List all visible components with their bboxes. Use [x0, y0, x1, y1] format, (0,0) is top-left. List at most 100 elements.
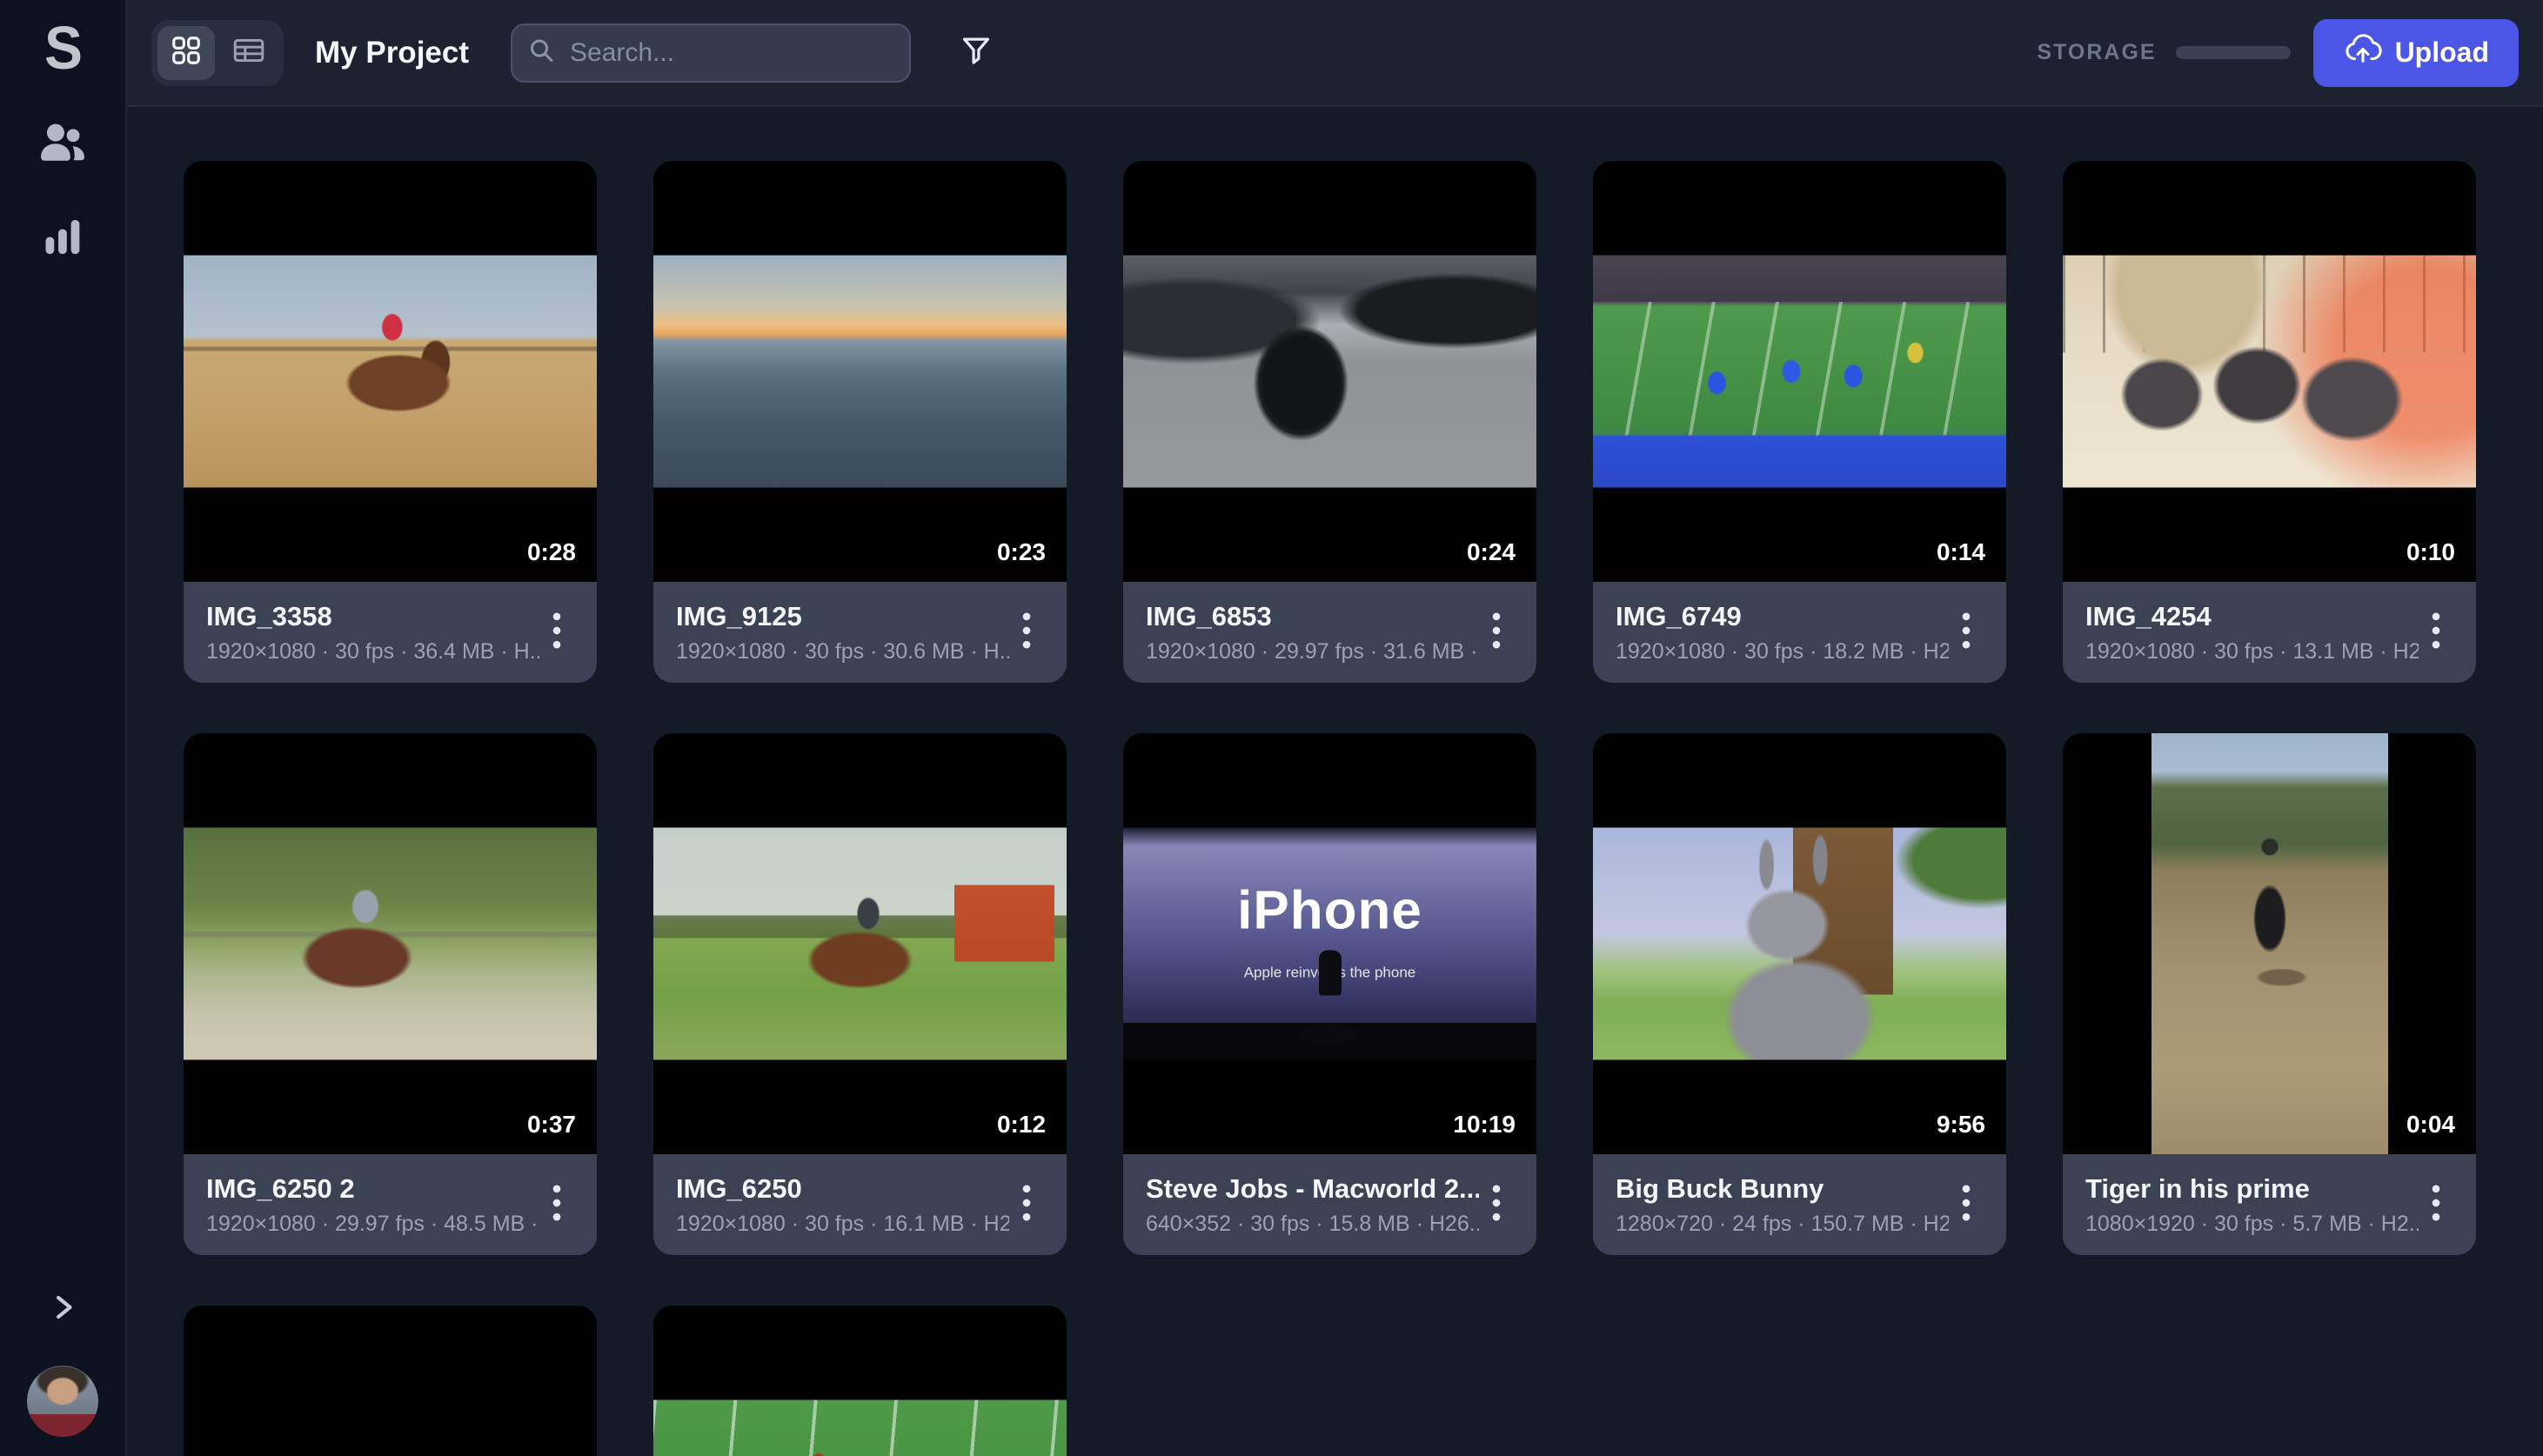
storage-meter	[2176, 46, 2291, 59]
video-card-footer: IMG_3358 1920×1080 · 30 fps · 36.4 MB · …	[184, 582, 597, 683]
video-meta: 640×352 · 30 fps · 15.8 MB · H26...	[1146, 1212, 1479, 1237]
video-title: IMG_3358	[206, 601, 539, 632]
duration-badge: 0:37	[527, 1111, 576, 1139]
video-card[interactable]: 0:04 Tiger in his prime 1080×1920 · 30 f…	[2063, 733, 2476, 1255]
duration-badge: 0:14	[1937, 538, 1985, 566]
video-card[interactable]: 0:14 IMG_6749 1920×1080 · 30 fps · 18.2 …	[1593, 161, 2006, 683]
more-options-button[interactable]	[539, 604, 574, 660]
more-options-button[interactable]	[1479, 604, 1514, 660]
filter-funnel-icon	[958, 32, 994, 73]
more-options-button[interactable]	[2419, 1177, 2453, 1232]
video-thumbnail-image	[1123, 256, 1536, 488]
kebab-menu-icon	[1483, 1179, 1509, 1231]
duration-badge: 0:10	[2406, 538, 2455, 566]
kebab-menu-icon	[1014, 607, 1040, 658]
video-title: Tiger in his prime	[2085, 1173, 2419, 1205]
video-thumbnail	[184, 1306, 597, 1456]
upload-button[interactable]: Upload	[2313, 19, 2519, 87]
video-card[interactable]: 0:10 IMG_4254 1920×1080 · 30 fps · 13.1 …	[2063, 161, 2476, 683]
video-card[interactable]: iPhone Apple reinvents the phone 10:19 S…	[1123, 733, 1536, 1255]
video-thumbnail-image	[184, 1400, 597, 1456]
video-title: IMG_6250	[676, 1173, 1009, 1205]
storage-label: STORAGE	[2037, 40, 2156, 65]
table-view-button[interactable]	[220, 26, 278, 80]
video-card-footer: IMG_6250 2 1920×1080 · 29.97 fps · 48.5 …	[184, 1154, 597, 1255]
video-card-footer: Big Buck Bunny 1280×720 · 24 fps · 150.7…	[1593, 1154, 2006, 1255]
video-card[interactable]: 0:28 IMG_3358 1920×1080 · 30 fps · 36.4 …	[184, 161, 597, 683]
kebab-menu-icon	[1953, 607, 1979, 658]
video-title: IMG_6749	[1616, 601, 1949, 632]
video-thumbnail-image	[2152, 733, 2388, 1154]
search-input[interactable]	[511, 23, 911, 83]
video-info: Big Buck Bunny 1280×720 · 24 fps · 150.7…	[1616, 1173, 1949, 1237]
video-thumbnail-image	[184, 828, 597, 1060]
grid-view-icon	[170, 34, 203, 71]
video-thumbnail: 0:04	[2063, 733, 2476, 1154]
sidebar-item-team[interactable]	[36, 117, 90, 170]
kebab-menu-icon	[1953, 1179, 1979, 1231]
video-meta: 1080×1920 · 30 fps · 5.7 MB · H2...	[2085, 1212, 2419, 1237]
video-meta: 1920×1080 · 30 fps · 16.1 MB · H2...	[676, 1212, 1009, 1237]
video-grid: 0:28 IMG_3358 1920×1080 · 30 fps · 36.4 …	[127, 107, 2543, 1456]
grid-view-button[interactable]	[157, 26, 215, 80]
duration-badge: 0:24	[1467, 538, 1516, 566]
upload-button-label: Upload	[2395, 37, 2489, 69]
kebab-menu-icon	[2423, 1179, 2449, 1231]
video-thumbnail: 0:28	[184, 161, 597, 582]
video-thumbnail: 0:23	[653, 161, 1067, 582]
kebab-menu-icon	[544, 1179, 570, 1231]
more-options-button[interactable]	[539, 1177, 574, 1232]
video-card[interactable]	[184, 1306, 597, 1456]
sidebar-item-analytics[interactable]	[36, 210, 90, 264]
kebab-menu-icon	[544, 607, 570, 658]
app-logo: S	[44, 17, 81, 77]
sidebar-nav	[36, 117, 90, 264]
video-thumbnail: 0:12	[653, 733, 1067, 1154]
video-meta: 1280×720 · 24 fps · 150.7 MB · H2...	[1616, 1212, 1949, 1237]
video-thumbnail-image	[653, 256, 1067, 488]
duration-badge: 0:28	[527, 538, 576, 566]
video-card[interactable]: 0:12 IMG_6250 1920×1080 · 30 fps · 16.1 …	[653, 733, 1067, 1255]
table-view-icon	[231, 34, 266, 71]
video-thumbnail: 0:24	[1123, 161, 1536, 582]
video-meta: 1920×1080 · 30 fps · 30.6 MB · H...	[676, 639, 1009, 665]
video-thumbnail-image	[653, 828, 1067, 1060]
more-options-button[interactable]	[2419, 604, 2453, 660]
video-thumbnail-image	[1593, 828, 2006, 1060]
video-card[interactable]: 9:56 Big Buck Bunny 1280×720 · 24 fps · …	[1593, 733, 2006, 1255]
more-options-button[interactable]	[1949, 1177, 1984, 1232]
video-card-footer: IMG_9125 1920×1080 · 30 fps · 30.6 MB · …	[653, 582, 1067, 683]
user-avatar[interactable]	[27, 1366, 98, 1437]
video-meta: 1920×1080 · 29.97 fps · 48.5 MB ·...	[206, 1212, 539, 1237]
bar-chart-icon	[39, 212, 86, 264]
video-info: IMG_6250 2 1920×1080 · 29.97 fps · 48.5 …	[206, 1173, 539, 1237]
video-card-footer: Steve Jobs - Macworld 2... 640×352 · 30 …	[1123, 1154, 1536, 1255]
search-box	[511, 23, 911, 83]
more-options-button[interactable]	[1009, 604, 1044, 660]
video-card[interactable]	[653, 1306, 1067, 1456]
more-options-button[interactable]	[1009, 1177, 1044, 1232]
more-options-button[interactable]	[1949, 604, 1984, 660]
video-card-footer: Tiger in his prime 1080×1920 · 30 fps · …	[2063, 1154, 2476, 1255]
video-card-footer: IMG_6250 1920×1080 · 30 fps · 16.1 MB · …	[653, 1154, 1067, 1255]
duration-badge: 9:56	[1937, 1111, 1985, 1139]
content: 0:28 IMG_3358 1920×1080 · 30 fps · 36.4 …	[127, 107, 2543, 1456]
more-options-button[interactable]	[1479, 1177, 1514, 1232]
video-card[interactable]: 0:37 IMG_6250 2 1920×1080 · 29.97 fps · …	[184, 733, 597, 1255]
video-info: IMG_6749 1920×1080 · 30 fps · 18.2 MB · …	[1616, 601, 1949, 665]
video-card-footer: IMG_6853 1920×1080 · 29.97 fps · 31.6 MB…	[1123, 582, 1536, 683]
main-area: My Project STORAGE	[127, 0, 2543, 1456]
chevron-right-icon	[43, 1315, 82, 1330]
video-thumbnail: iPhone Apple reinvents the phone 10:19	[1123, 733, 1536, 1154]
video-info: IMG_6250 1920×1080 · 30 fps · 16.1 MB · …	[676, 1173, 1009, 1237]
video-meta: 1920×1080 · 30 fps · 36.4 MB · H...	[206, 639, 539, 665]
video-card[interactable]: 0:24 IMG_6853 1920×1080 · 29.97 fps · 31…	[1123, 161, 1536, 683]
kebab-menu-icon	[1483, 607, 1509, 658]
filter-button[interactable]	[958, 32, 994, 73]
video-card[interactable]: 0:23 IMG_9125 1920×1080 · 30 fps · 30.6 …	[653, 161, 1067, 683]
video-thumbnail-image: iPhone Apple reinvents the phone	[1123, 828, 1536, 1060]
search-icon	[526, 35, 558, 70]
video-info: IMG_6853 1920×1080 · 29.97 fps · 31.6 MB…	[1146, 601, 1479, 665]
sidebar-expand-button[interactable]	[43, 1288, 82, 1331]
view-toggle	[151, 20, 284, 86]
